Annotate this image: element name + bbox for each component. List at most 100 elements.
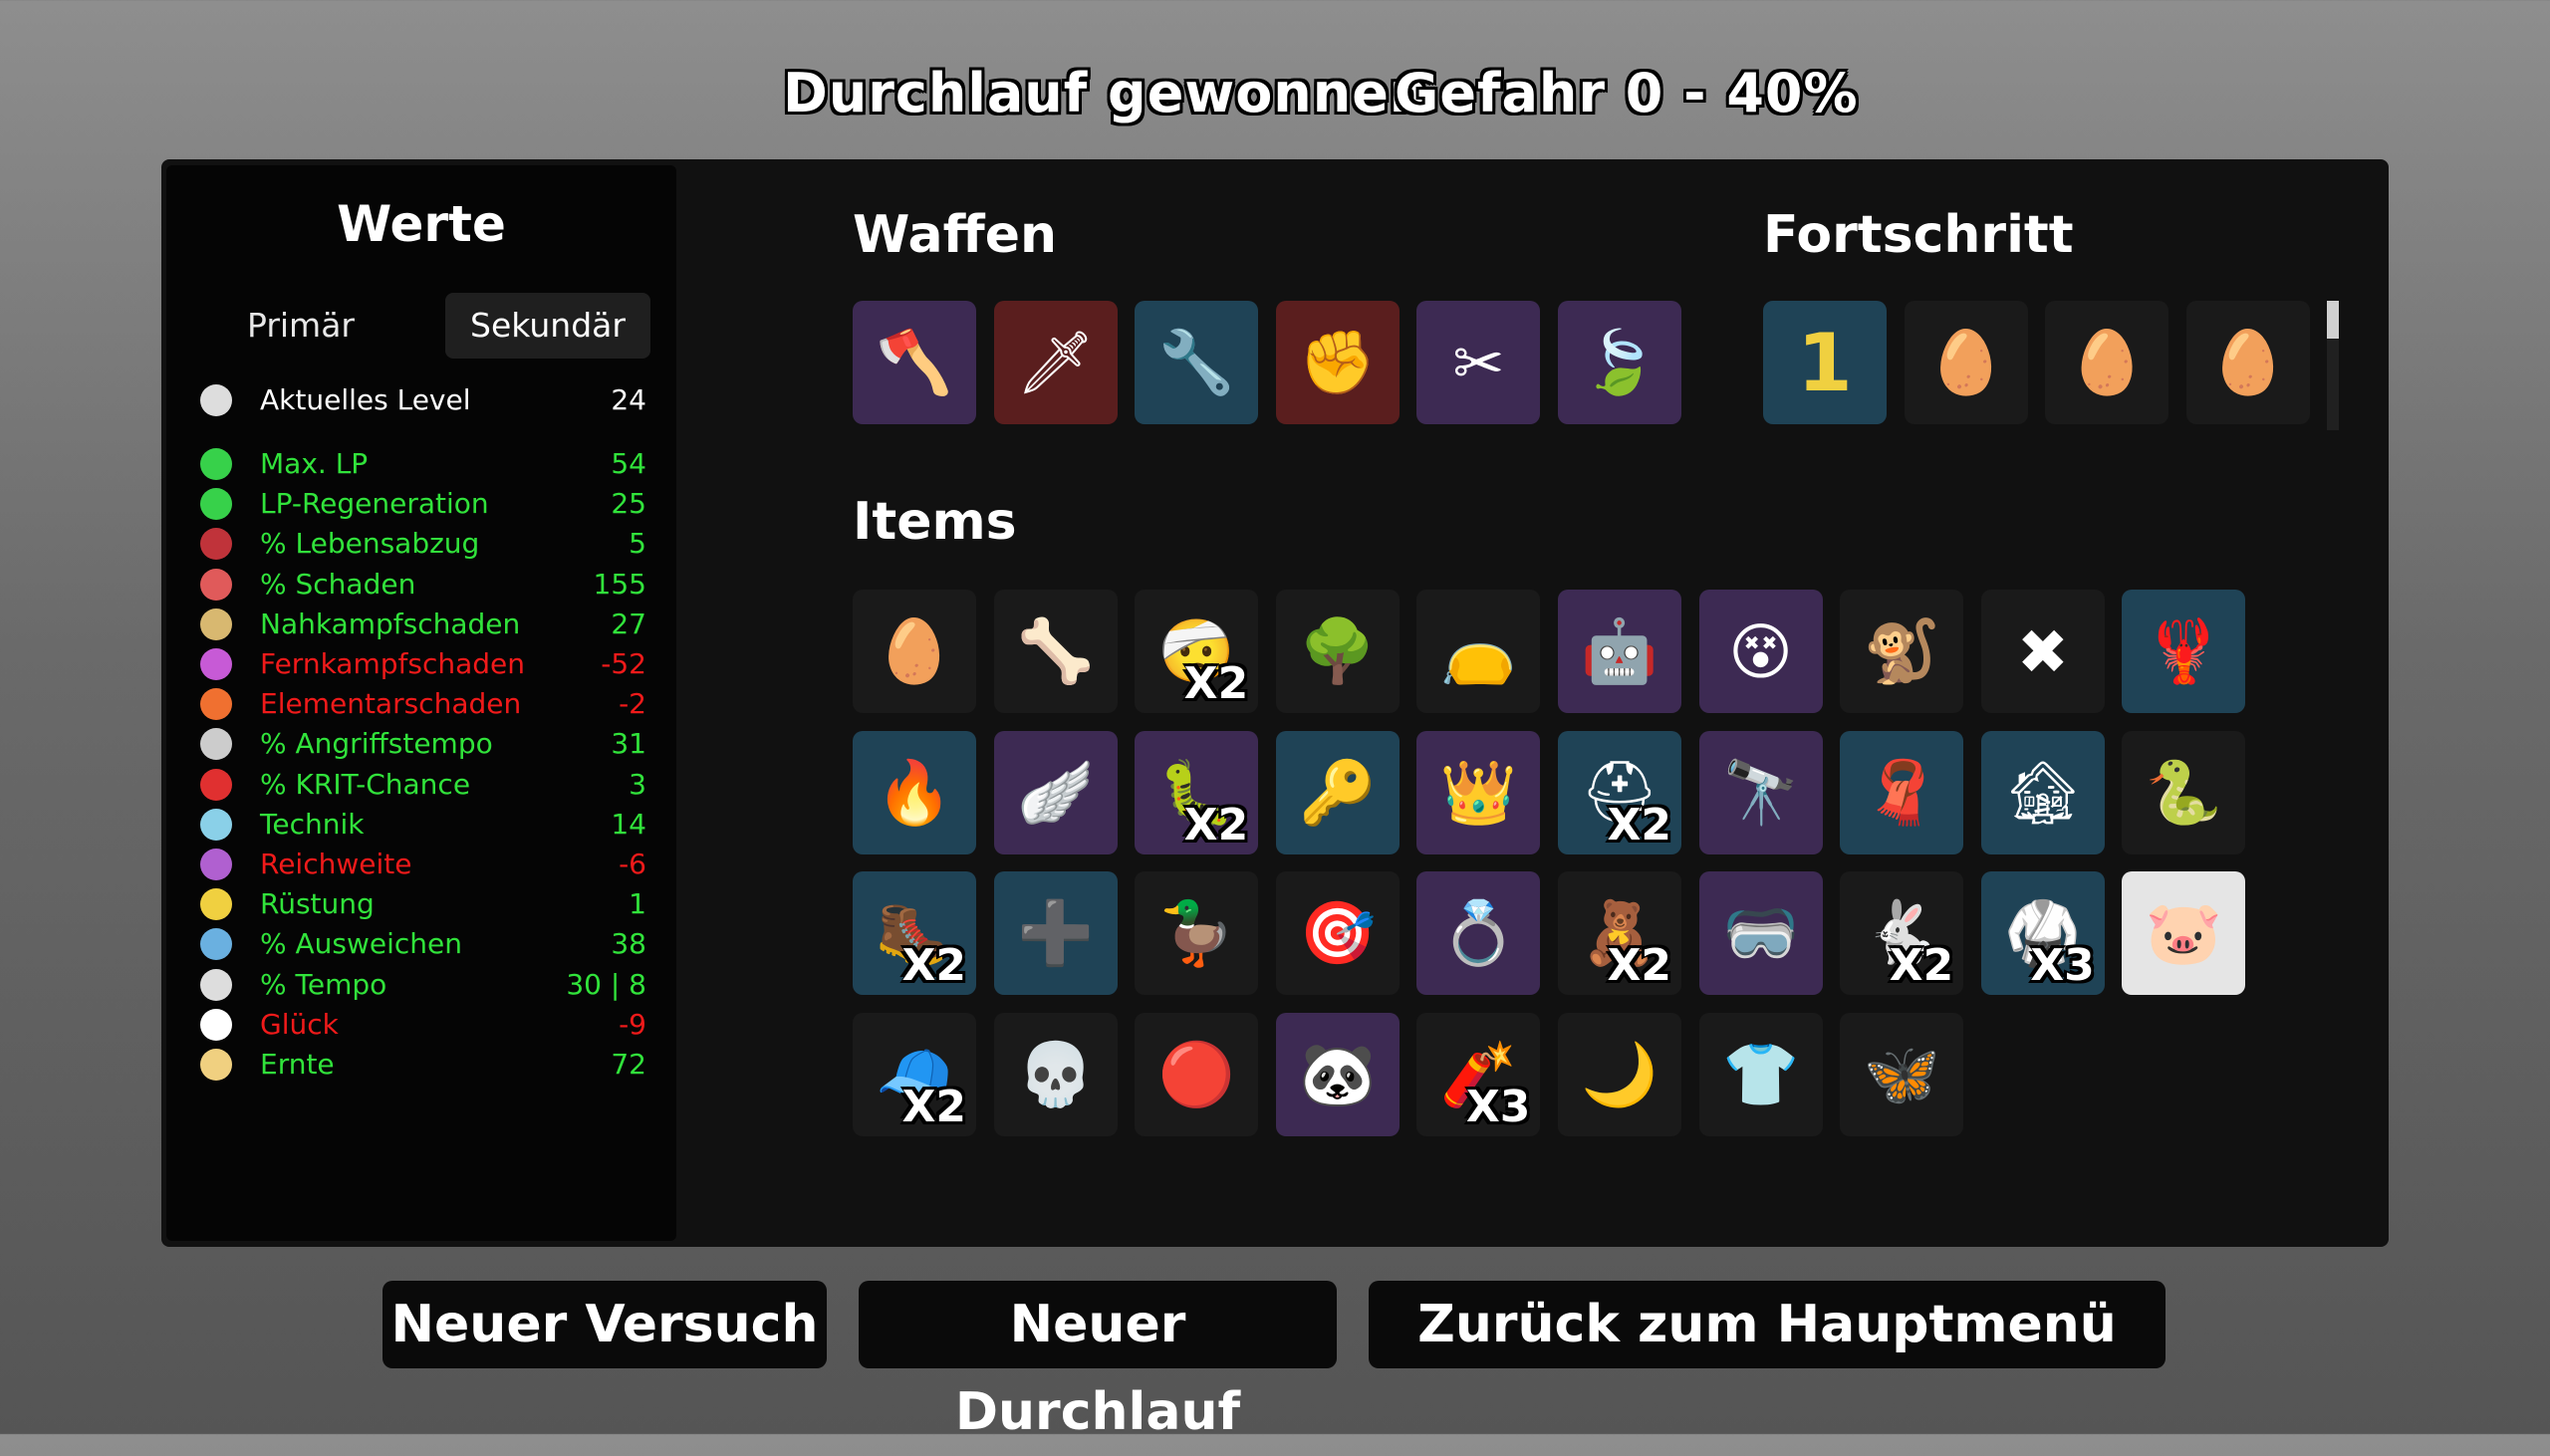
ring-icon: 💍	[1439, 896, 1517, 970]
inventory-slot[interactable]: 🧸 X2	[1558, 871, 1681, 996]
inventory-slot[interactable]: 🔧	[1135, 301, 1259, 424]
dice-icon	[200, 1008, 232, 1041]
inventory-slot[interactable]: 🦋	[1840, 1012, 1964, 1136]
inventory-slot[interactable]: 🥋 X3	[1980, 871, 2105, 996]
harvest-icon	[200, 1049, 232, 1081]
inventory-slot[interactable]: 😵	[1698, 590, 1823, 713]
stat-row: Ernte 72	[200, 1047, 646, 1083]
inventory-slot[interactable]: 🔴	[1135, 1012, 1259, 1136]
stat-label: Technik	[260, 807, 365, 841]
inventory-slot[interactable]: 🥾 X2	[853, 871, 976, 996]
items-title: Items	[853, 492, 1017, 552]
inventory-slot[interactable]: 🥚	[853, 590, 976, 713]
tab-primary[interactable]: Primär	[206, 293, 395, 359]
inventory-slot[interactable]: 🪓	[853, 301, 976, 424]
inventory-slot[interactable]: 🥽	[1698, 871, 1823, 996]
inventory-slot[interactable]: 🦞	[2122, 590, 2246, 713]
inventory-slot[interactable]: 🦆	[1135, 871, 1259, 996]
egg-face-icon: 🥚	[876, 614, 953, 687]
inventory-slot[interactable]: 🧢 X2	[853, 1012, 976, 1136]
inventory-slot[interactable]: 🐒	[1840, 590, 1964, 713]
inventory-slot[interactable]: 🧨 X3	[1416, 1012, 1541, 1136]
stat-label: Elementarschaden	[260, 687, 522, 721]
item-count: X3	[2030, 940, 2095, 992]
tab-secondary[interactable]: Sekundär	[445, 293, 650, 359]
stat-row: Technik 14	[200, 807, 646, 843]
inventory-slot[interactable]: 🐍	[2122, 730, 2246, 854]
new-run-button[interactable]: Neuer Durchlauf	[859, 1281, 1337, 1442]
duck-icon: 🦆	[1157, 896, 1235, 970]
inventory-slot[interactable]: 🐇 X2	[1840, 871, 1964, 996]
stat-row: % Lebensabzug 5	[200, 526, 646, 562]
claw-icon: 🦞	[2145, 614, 2222, 687]
item-count: X2	[1183, 658, 1249, 709]
inventory-slot[interactable]: 🏚	[1980, 730, 2105, 854]
item-count: X2	[1607, 940, 1671, 992]
progress-scrollbar[interactable]	[2327, 301, 2339, 430]
inventory-slot[interactable]: ➕	[993, 871, 1118, 996]
stat-label: Glück	[260, 1007, 339, 1041]
inventory-slot[interactable]: 🦴	[993, 590, 1118, 713]
inventory-slot[interactable]: 🗡	[993, 301, 1118, 424]
inventory-slot[interactable]: 💀	[993, 1012, 1118, 1136]
scrollbar-thumb[interactable]	[2327, 301, 2339, 339]
inventory-slot[interactable]: 👑	[1416, 730, 1541, 854]
inventory-slot[interactable]: 🧣	[1840, 730, 1964, 854]
inventory-slot[interactable]: 🌳	[1275, 590, 1400, 713]
inventory-slot[interactable]: 🔑	[1275, 730, 1400, 854]
egg-face-icon: 🥚	[1926, 326, 2005, 398]
boot-icon	[200, 968, 232, 1001]
inventory-slot[interactable]: 🐛 X2	[1135, 730, 1259, 854]
stats-panel: Werte Primär Sekundär Aktuelles Level 24…	[166, 165, 676, 1241]
stat-value: -9	[619, 1007, 646, 1041]
stat-value: 54	[611, 447, 646, 480]
inventory-slot[interactable]: 🤕 X2	[1135, 590, 1259, 713]
inventory-slot[interactable]: ✂	[1416, 301, 1541, 424]
stat-value: 38	[611, 927, 646, 961]
stat-label: Reichweite	[260, 848, 412, 880]
target-turret-icon: 🎯	[1299, 896, 1377, 970]
number-one-icon: 1	[1797, 316, 1853, 409]
stat-value: 155	[593, 567, 646, 601]
inventory-slot[interactable]: ✊	[1275, 301, 1400, 424]
sack-icon: 👝	[1439, 614, 1517, 687]
item-count: X2	[1183, 799, 1249, 850]
inventory-slot[interactable]: 🍃	[1558, 301, 1681, 424]
goggles-icon: 🥽	[1721, 896, 1800, 970]
inventory-slot[interactable]: 👝	[1416, 590, 1541, 713]
main-menu-button[interactable]: Zurück zum Hauptmenü	[1369, 1281, 2166, 1368]
dodge-icon	[200, 928, 232, 961]
inventory-slot[interactable]: 🤖	[1558, 590, 1681, 713]
inventory-slot[interactable]: 🔭	[1698, 730, 1823, 854]
sword-icon	[200, 607, 232, 640]
inventory-slot[interactable]: ⛑ X2	[1558, 730, 1681, 854]
shirt-icon: 👕	[1721, 1037, 1800, 1110]
inventory-slot[interactable]: 🎯	[1275, 871, 1400, 996]
stat-row: Fernkampfschaden -52	[200, 646, 646, 682]
inventory-slot[interactable]: 🥚	[1904, 301, 2028, 424]
inventory-slot[interactable]: 1	[1763, 301, 1887, 424]
stat-label: LP-Regeneration	[260, 487, 489, 521]
inventory-slot[interactable]: 💍	[1416, 871, 1541, 996]
stat-label: % KRIT-Chance	[260, 767, 471, 801]
inventory-slot[interactable]: 🥚	[2045, 301, 2169, 424]
stat-value: -6	[619, 848, 646, 880]
cottage-icon: 🏚	[2003, 755, 2083, 829]
inventory-slot[interactable]: 🪽	[993, 730, 1118, 854]
inventory-slot[interactable]: 🐼	[1275, 1012, 1400, 1136]
stat-row: Max. LP 54	[200, 446, 646, 482]
inventory-slot[interactable]: 🐷	[2122, 871, 2246, 996]
inventory-slot[interactable]: ✖	[1980, 590, 2105, 713]
wrench-cross-icon	[200, 808, 232, 841]
inventory-slot[interactable]: 🔥	[853, 730, 976, 854]
shield-icon	[200, 888, 232, 921]
inventory-slot[interactable]: 👕	[1698, 1012, 1823, 1136]
monkey-icon: 🐒	[1863, 614, 1940, 687]
stat-value: 27	[611, 607, 646, 640]
inventory-slot[interactable]: 🥚	[2185, 301, 2310, 424]
muscle-icon	[200, 568, 232, 601]
inventory-slot[interactable]: 🌙	[1558, 1012, 1681, 1136]
retry-button[interactable]: Neuer Versuch	[382, 1281, 827, 1368]
stat-row: Reichweite -6	[200, 847, 646, 882]
stat-row: % Angriffstempo 31	[200, 726, 646, 762]
